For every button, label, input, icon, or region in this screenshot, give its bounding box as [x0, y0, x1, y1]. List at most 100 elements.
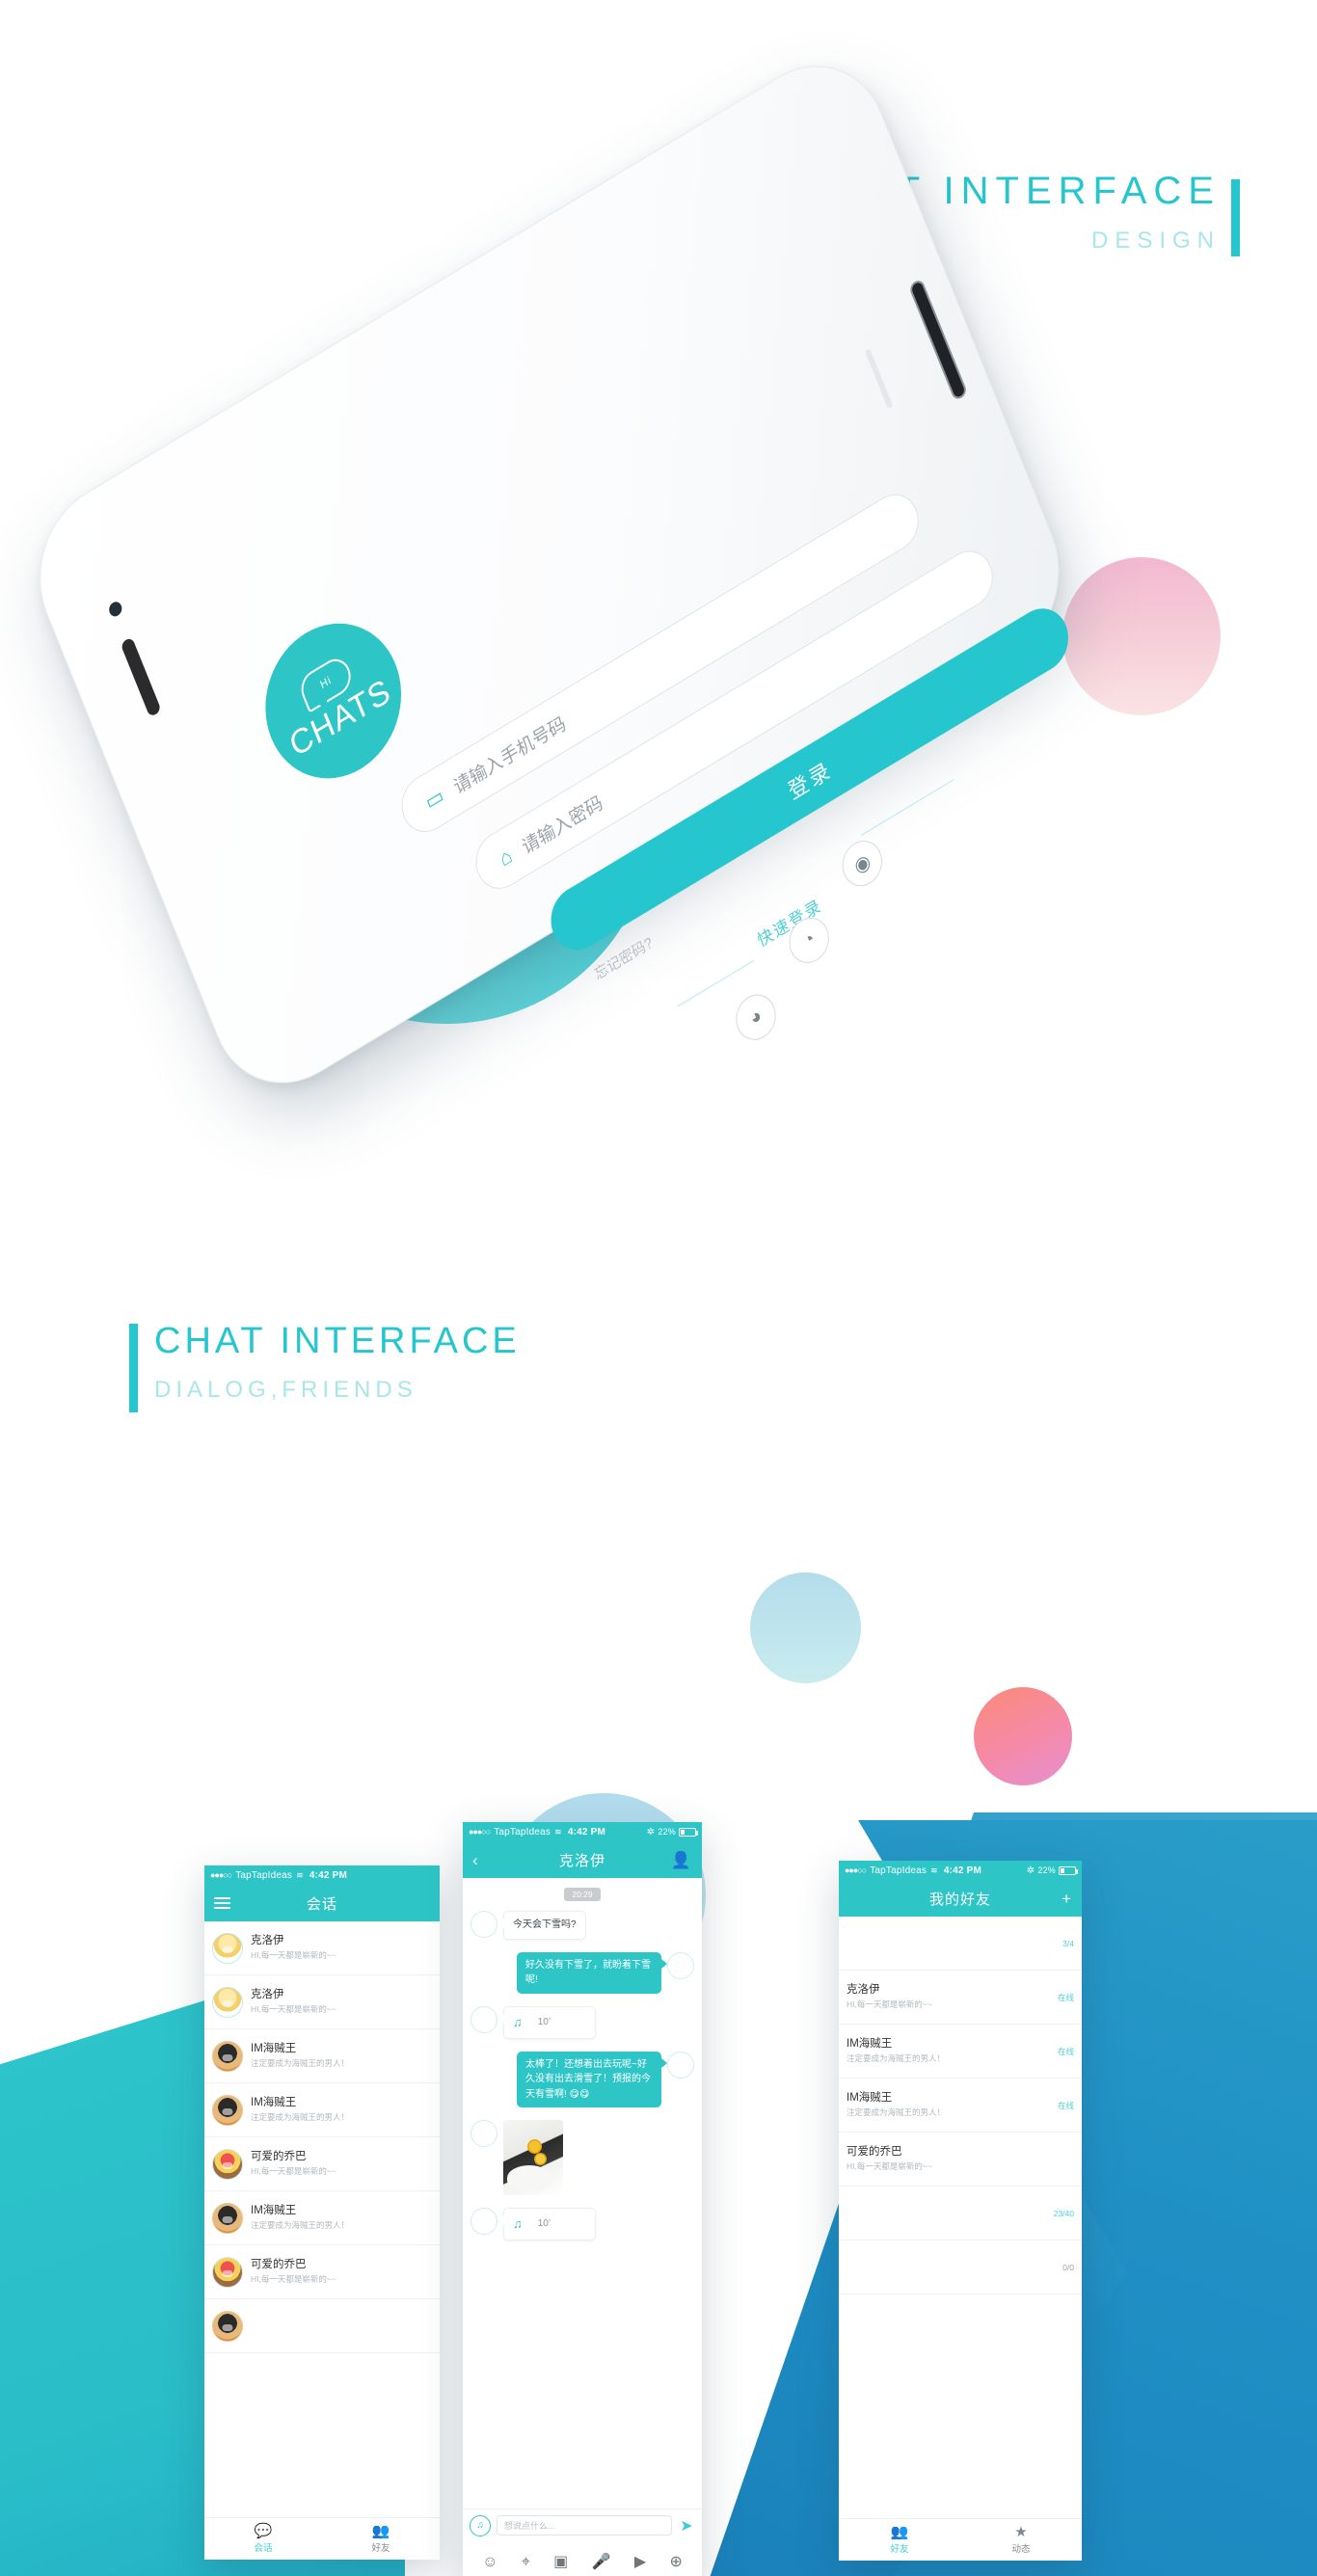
list-item[interactable]: 可爱的乔巴 HI,每一天都是崭新的~~	[204, 2245, 440, 2299]
status-badge: 在线	[1057, 1992, 1074, 2002]
list-item[interactable]: 3/4	[839, 1917, 1082, 1971]
voice-wave-icon[interactable]: ♫	[470, 2514, 491, 2536]
start-interface-section: START INTERFACE DESIGN Hi CHATS ▭ 请输入手机号…	[0, 0, 1317, 1234]
tab-label: 好友	[890, 2544, 909, 2555]
contact-name: 可爱的乔巴	[847, 2146, 902, 2159]
contact-name: IM海贼王	[251, 2205, 297, 2217]
avatar	[212, 1932, 243, 1964]
message-bubble[interactable]: 太棒了！还想着出去玩呢~好久没有出去滑雪了！预报的今天有雪啊! 😋😋	[517, 2051, 667, 2108]
status-right-group: ✲ 22%	[1027, 1865, 1078, 1876]
send-icon[interactable]: ➤	[678, 2516, 695, 2536]
signal-dots-icon: ●●●○○	[210, 1870, 232, 1880]
clock-label: 4:42 PM	[567, 1826, 606, 1838]
flower-shape	[534, 2153, 548, 2166]
voice-message-bubble[interactable]: ♫ 10’	[498, 2208, 596, 2241]
add-icon[interactable]: ⊕	[669, 2555, 682, 2570]
tab-好友[interactable]: 👥 好友	[322, 2518, 440, 2560]
avatar	[470, 2005, 497, 2033]
navigation-bar: 我的好友 +	[839, 1880, 1082, 1917]
carrier-label: TapTapIdeas	[494, 1826, 551, 1838]
list-item[interactable]: 克洛伊 HI,每一天都是崭新的~~ 在线	[839, 1971, 1082, 2025]
location-icon[interactable]: ⌖	[522, 2555, 530, 2570]
list-item-text: IM海贼王 注定要成为海贼王的男人！	[847, 2091, 1050, 2118]
list-item[interactable]: 23/40	[839, 2187, 1082, 2241]
video-icon[interactable]: ▶	[634, 2555, 646, 2570]
message-row: ♫ 10’	[470, 2208, 694, 2241]
tab-会话[interactable]: 💬 会话	[204, 2518, 322, 2560]
attachment-toolbar[interactable]: ☺ ⌖ ▣ 🎤 ▶ ⊕	[463, 2541, 702, 2576]
photo-icon[interactable]: ▣	[553, 2555, 568, 2570]
message-bubble[interactable]: 好久没有下雪了，就盼着下雪呢!	[517, 1951, 667, 1994]
list-item-text: 克洛伊 HI,每一天都是崭新的~~	[251, 1934, 432, 1961]
voice-content: ♫ 10’	[513, 2013, 586, 2032]
status-badge: 3/4	[1062, 1938, 1074, 1948]
add-friend-icon[interactable]: +	[1062, 1891, 1072, 1907]
back-icon[interactable]: ‹	[472, 1852, 479, 1868]
last-message: 注定要成为海贼王的男人！	[251, 2111, 350, 2122]
list-item[interactable]: 克洛伊 HI,每一天都是崭新的~~	[204, 1975, 440, 2029]
image-message[interactable]	[503, 2120, 563, 2196]
list-item[interactable]: IM海贼王 注定要成为海贼王的男人！ 在线	[839, 2079, 1082, 2133]
status-message: 注定要成为海贼王的男人！	[847, 2106, 946, 2117]
message-row: 太棒了！还想着出去玩呢~好久没有出去滑雪了！预报的今天有雪啊! 😋😋	[470, 2051, 694, 2108]
list-item[interactable]: IM海贼王 注定要成为海贼王的男人！	[204, 2029, 440, 2083]
avatar	[212, 2202, 243, 2234]
friends-icon: 👥	[371, 2523, 390, 2539]
wifi-icon: ≋	[930, 1865, 938, 1875]
status-message: 注定要成为海贼王的男人！	[847, 2053, 946, 2063]
hamburger-menu-icon[interactable]	[214, 1897, 230, 1909]
conversation-list[interactable]: 克洛伊 HI,每一天都是崭新的~~ 克洛伊 HI,每一天都是崭新的~~ IM海贼王 注定要…	[204, 1921, 440, 2353]
list-item[interactable]: 可爱的乔巴 HI,每一天都是崭新的~~	[204, 2137, 440, 2191]
tab-bar[interactable]: 👥 好友 ★ 动态	[839, 2518, 1082, 2561]
list-item-text: 可爱的乔巴 HI,每一天都是崭新的~~	[251, 2258, 432, 2285]
list-item-text	[847, 1943, 1055, 1945]
contact-name: 克洛伊	[251, 1935, 284, 1947]
wechat-icon[interactable]: ◕	[729, 986, 783, 1049]
signal-dots-icon: ●●●○○	[469, 1827, 491, 1837]
list-item[interactable]: 可爱的乔巴 HI,每一天都是崭新的~~	[839, 2133, 1082, 2187]
decor-circle-blue-small	[750, 1572, 861, 1683]
status-message: HI,每一天都是崭新的~~	[847, 1999, 932, 2009]
status-badge: 在线	[1057, 2100, 1074, 2110]
avatar	[470, 1911, 497, 1938]
friends-list[interactable]: 3/4 克洛伊 HI,每一天都是崭新的~~ 在线 IM海贼王 注定要成为海贼王的男人！ 在线…	[839, 1917, 1082, 2294]
decor-circle-pink-gradient	[974, 1687, 1072, 1785]
tab-bar[interactable]: 💬 会话 👥 好友	[204, 2517, 440, 2560]
battery-percent-label: 22%	[1037, 1865, 1056, 1875]
list-item-text: 可爱的乔巴 HI,每一天都是崭新的~~	[847, 2145, 1066, 2172]
message-thread[interactable]: 20:29 今天会下雪吗? 好久没有下雪了，就盼着下雪呢! ♫ 10’ 太棒了！还想着出…	[463, 1878, 702, 2564]
tab-动态[interactable]: ★ 动态	[960, 2519, 1082, 2561]
status-bar: ●●●○○ TapTapIdeas ≋ 4:42 PM ✲ 22%	[463, 1822, 702, 1841]
friends-icon: 👥	[890, 2524, 909, 2540]
message-bubble[interactable]: 今天会下雪吗?	[498, 1911, 586, 1940]
microphone-icon[interactable]: 🎤	[592, 2555, 611, 2570]
message-input[interactable]: 想说点什么...	[497, 2515, 672, 2536]
carrier-label: TapTapIdeas	[235, 1869, 293, 1881]
list-item[interactable]	[204, 2299, 440, 2353]
last-message: HI,每一天都是崭新的~~	[251, 1949, 336, 1960]
tab-label: 好友	[371, 2543, 390, 2554]
clock-label: 4:42 PM	[943, 1865, 982, 1876]
list-item[interactable]: IM海贼王 注定要成为海贼王的男人！ 在线	[839, 2025, 1082, 2079]
contact-name: IM海贼王	[847, 2092, 893, 2105]
flower-shape	[526, 2139, 542, 2155]
list-item[interactable]: 克洛伊 HI,每一天都是崭新的~~	[204, 1921, 440, 1975]
avatar	[212, 2094, 243, 2126]
list-item[interactable]: 0/0	[839, 2241, 1082, 2294]
nav-title: 克洛伊	[558, 1852, 605, 1869]
status-right-group: ✲ 22%	[647, 1827, 698, 1838]
list-item[interactable]: IM海贼王 注定要成为海贼王的男人！	[204, 2083, 440, 2137]
weibo-icon[interactable]: ◉	[836, 832, 889, 895]
status-bar: ●●●○○ TapTapIdeas ≋ 4:42 PM	[204, 1865, 440, 1885]
emoji-icon[interactable]: ☺	[482, 2555, 497, 2570]
contact-icon[interactable]: 👤	[671, 1852, 692, 1868]
navigation-bar: ‹ 克洛伊 👤	[463, 1841, 702, 1878]
status-badge: 在线	[1057, 2046, 1074, 2056]
voice-message-bubble[interactable]: ♫ 10’	[498, 2005, 596, 2039]
last-message: 注定要成为海贼王的男人！	[251, 2219, 350, 2230]
list-item[interactable]: IM海贼王注定要成为海贼王的男人！	[204, 2191, 440, 2245]
tab-好友[interactable]: 👥 好友	[839, 2519, 960, 2561]
message-list: 今天会下雪吗? 好久没有下雪了，就盼着下雪呢! ♫ 10’ 太棒了！还想着出去玩呢~好久…	[470, 1911, 694, 2241]
contact-name: 克洛伊	[847, 1984, 880, 1997]
list-item-text	[251, 2325, 432, 2327]
